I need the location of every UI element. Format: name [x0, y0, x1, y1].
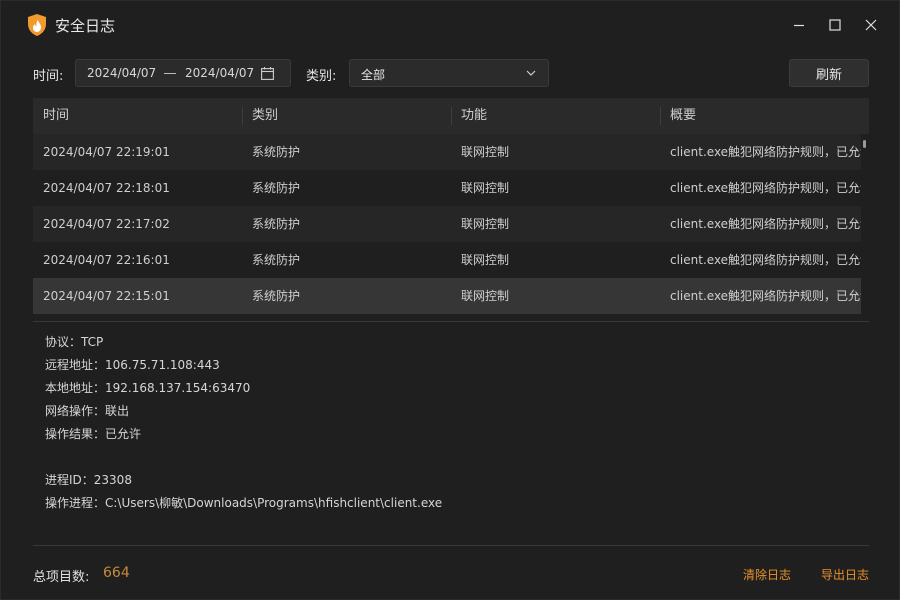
date-range-separator — [164, 73, 176, 74]
maximize-button[interactable] — [823, 13, 847, 37]
column-header-summary[interactable]: 概要 — [660, 98, 869, 134]
column-header-function[interactable]: 功能 — [451, 98, 660, 134]
table-row-selected[interactable]: 2024/04/07 22:15:01 系统防护 联网控制 client.exe… — [33, 278, 861, 314]
cell-category: 系统防护 — [252, 217, 301, 231]
cell-time: 2024/04/07 22:17:02 — [43, 217, 170, 231]
detail-network-action: 网络操作：联出 — [45, 404, 130, 418]
column-header-category[interactable]: 类别 — [242, 98, 451, 134]
cell-category: 系统防护 — [252, 289, 301, 303]
category-select[interactable]: 全部 — [349, 59, 549, 87]
scrollbar-thumb[interactable] — [863, 140, 866, 148]
cell-summary: client.exe触犯网络防护规则，已允许 — [670, 253, 861, 267]
detail-protocol: 协议：TCP — [45, 335, 104, 349]
detail-process-id: 进程ID：23308 — [45, 473, 132, 487]
category-select-value: 全部 — [361, 68, 386, 82]
cell-function: 联网控制 — [461, 217, 510, 231]
footer-divider — [33, 545, 869, 546]
date-range-picker[interactable]: 2024/04/07 2024/04/07 — [75, 59, 291, 87]
total-items-label: 总项目数: — [33, 570, 90, 585]
window-title: 安全日志 — [55, 17, 116, 35]
cell-summary: client.exe触犯网络防护规则，已允许 — [670, 145, 861, 159]
table-scrollbar[interactable] — [861, 134, 869, 314]
column-header-time[interactable]: 时间 — [33, 98, 242, 134]
time-filter-label: 时间: — [33, 69, 64, 84]
table-header: 时间 类别 功能 概要 — [33, 98, 869, 134]
table-row[interactable]: 2024/04/07 22:17:02 系统防护 联网控制 client.exe… — [33, 206, 861, 242]
close-icon — [865, 19, 877, 31]
minimize-button[interactable] — [787, 13, 811, 37]
total-items-count: 664 — [103, 565, 130, 581]
cell-summary: client.exe触犯网络防护规则，已允许 — [670, 181, 861, 195]
log-table: 时间 类别 功能 概要 2024/04/07 22:19:01 系统防护 联网控… — [33, 98, 869, 314]
cell-function: 联网控制 — [461, 145, 510, 159]
minimize-icon — [794, 24, 804, 27]
cell-function: 联网控制 — [461, 181, 510, 195]
calendar-icon[interactable] — [261, 67, 274, 80]
cell-time: 2024/04/07 22:15:01 — [43, 289, 170, 303]
close-button[interactable] — [859, 13, 883, 37]
cell-function: 联网控制 — [461, 253, 510, 267]
table-body: 2024/04/07 22:19:01 系统防护 联网控制 client.exe… — [33, 134, 861, 314]
table-row[interactable]: 2024/04/07 22:19:01 系统防护 联网控制 client.exe… — [33, 134, 861, 170]
cell-summary: client.exe触犯网络防护规则，已允许 — [670, 217, 861, 231]
maximize-icon — [829, 19, 841, 31]
detail-process-path: 操作进程：C:\Users\柳敏\Downloads\Programs\hfis… — [45, 496, 443, 510]
cell-summary: client.exe触犯网络防护规则，已允许 — [670, 289, 861, 303]
cell-function: 联网控制 — [461, 289, 510, 303]
table-row[interactable]: 2024/04/07 22:16:01 系统防护 联网控制 client.exe… — [33, 242, 861, 278]
chevron-down-icon — [526, 70, 536, 76]
title-bar[interactable]: 安全日志 — [1, 1, 900, 49]
date-end-value[interactable]: 2024/04/07 — [185, 66, 254, 80]
security-log-window: 安全日志 时间: 2024/04/07 2024/04/07 类别: 全部 刷新… — [0, 0, 900, 600]
refresh-button[interactable]: 刷新 — [789, 59, 869, 87]
cell-time: 2024/04/07 22:16:01 — [43, 253, 170, 267]
cell-time: 2024/04/07 22:18:01 — [43, 181, 170, 195]
clear-log-link[interactable]: 清除日志 — [743, 566, 791, 583]
cell-category: 系统防护 — [252, 181, 301, 195]
export-log-link[interactable]: 导出日志 — [821, 566, 869, 583]
detail-remote-address: 远程地址：106.75.71.108:443 — [45, 358, 220, 372]
cell-category: 系统防护 — [252, 253, 301, 267]
detail-local-address: 本地地址：192.168.137.154:63470 — [45, 381, 251, 395]
table-row[interactable]: 2024/04/07 22:18:01 系统防护 联网控制 client.exe… — [33, 170, 861, 206]
detail-action-result: 操作结果：已允许 — [45, 427, 142, 441]
date-start-value[interactable]: 2024/04/07 — [87, 66, 156, 80]
details-divider — [33, 321, 869, 322]
cell-time: 2024/04/07 22:19:01 — [43, 145, 170, 159]
cell-category: 系统防护 — [252, 145, 301, 159]
category-filter-label: 类别: — [306, 69, 337, 84]
shield-flame-icon — [28, 14, 46, 36]
